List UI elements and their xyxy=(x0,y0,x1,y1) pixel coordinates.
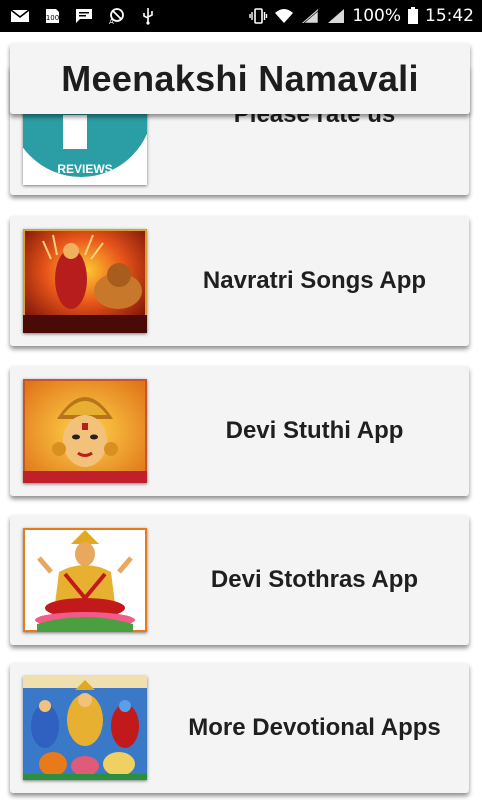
navratri-songs-label: Navratri Songs App xyxy=(202,267,427,294)
wifi-icon xyxy=(274,7,294,25)
deities-collage-thumbnail xyxy=(23,676,147,780)
navratri-songs-card[interactable]: Navratri Songs App xyxy=(10,216,469,346)
more-devotional-label: More Devotional Apps xyxy=(188,714,441,741)
svg-text:A: A xyxy=(109,18,114,25)
app-title: Meenakshi Namavali xyxy=(61,57,419,99)
mail-icon xyxy=(10,7,30,25)
signal-icon xyxy=(300,7,320,25)
devi-stuthi-label: Devi Stuthi App xyxy=(225,417,404,444)
phone-missed-icon: A xyxy=(106,7,126,25)
devi-face-thumbnail xyxy=(23,379,147,483)
clock: 15:42 xyxy=(425,6,474,26)
app-content: Meenakshi Namavali REVIEWS Please rate u… xyxy=(0,32,482,800)
status-bar: 100 A 100% 15:42 xyxy=(0,0,482,32)
devi-stuthi-card[interactable]: Devi Stuthi App xyxy=(10,366,469,496)
svg-text:100: 100 xyxy=(46,14,59,22)
signal-icon-2 xyxy=(326,7,346,25)
reviews-text: REVIEWS xyxy=(57,162,112,176)
battery-icon xyxy=(407,7,419,25)
devi-stothras-label: Devi Stothras App xyxy=(210,566,419,593)
battery-percent: 100% xyxy=(352,6,401,26)
usb-icon xyxy=(138,7,158,25)
more-devotional-card[interactable]: More Devotional Apps xyxy=(10,663,469,793)
seated-devi-thumbnail xyxy=(23,528,147,632)
vibrate-icon xyxy=(248,7,268,25)
storage-icon: 100 xyxy=(42,7,62,25)
devi-stothras-card[interactable]: Devi Stothras App xyxy=(10,515,469,645)
message-icon xyxy=(74,7,94,25)
durga-lion-thumbnail xyxy=(23,229,147,333)
app-title-bar: Meenakshi Namavali xyxy=(10,43,470,114)
